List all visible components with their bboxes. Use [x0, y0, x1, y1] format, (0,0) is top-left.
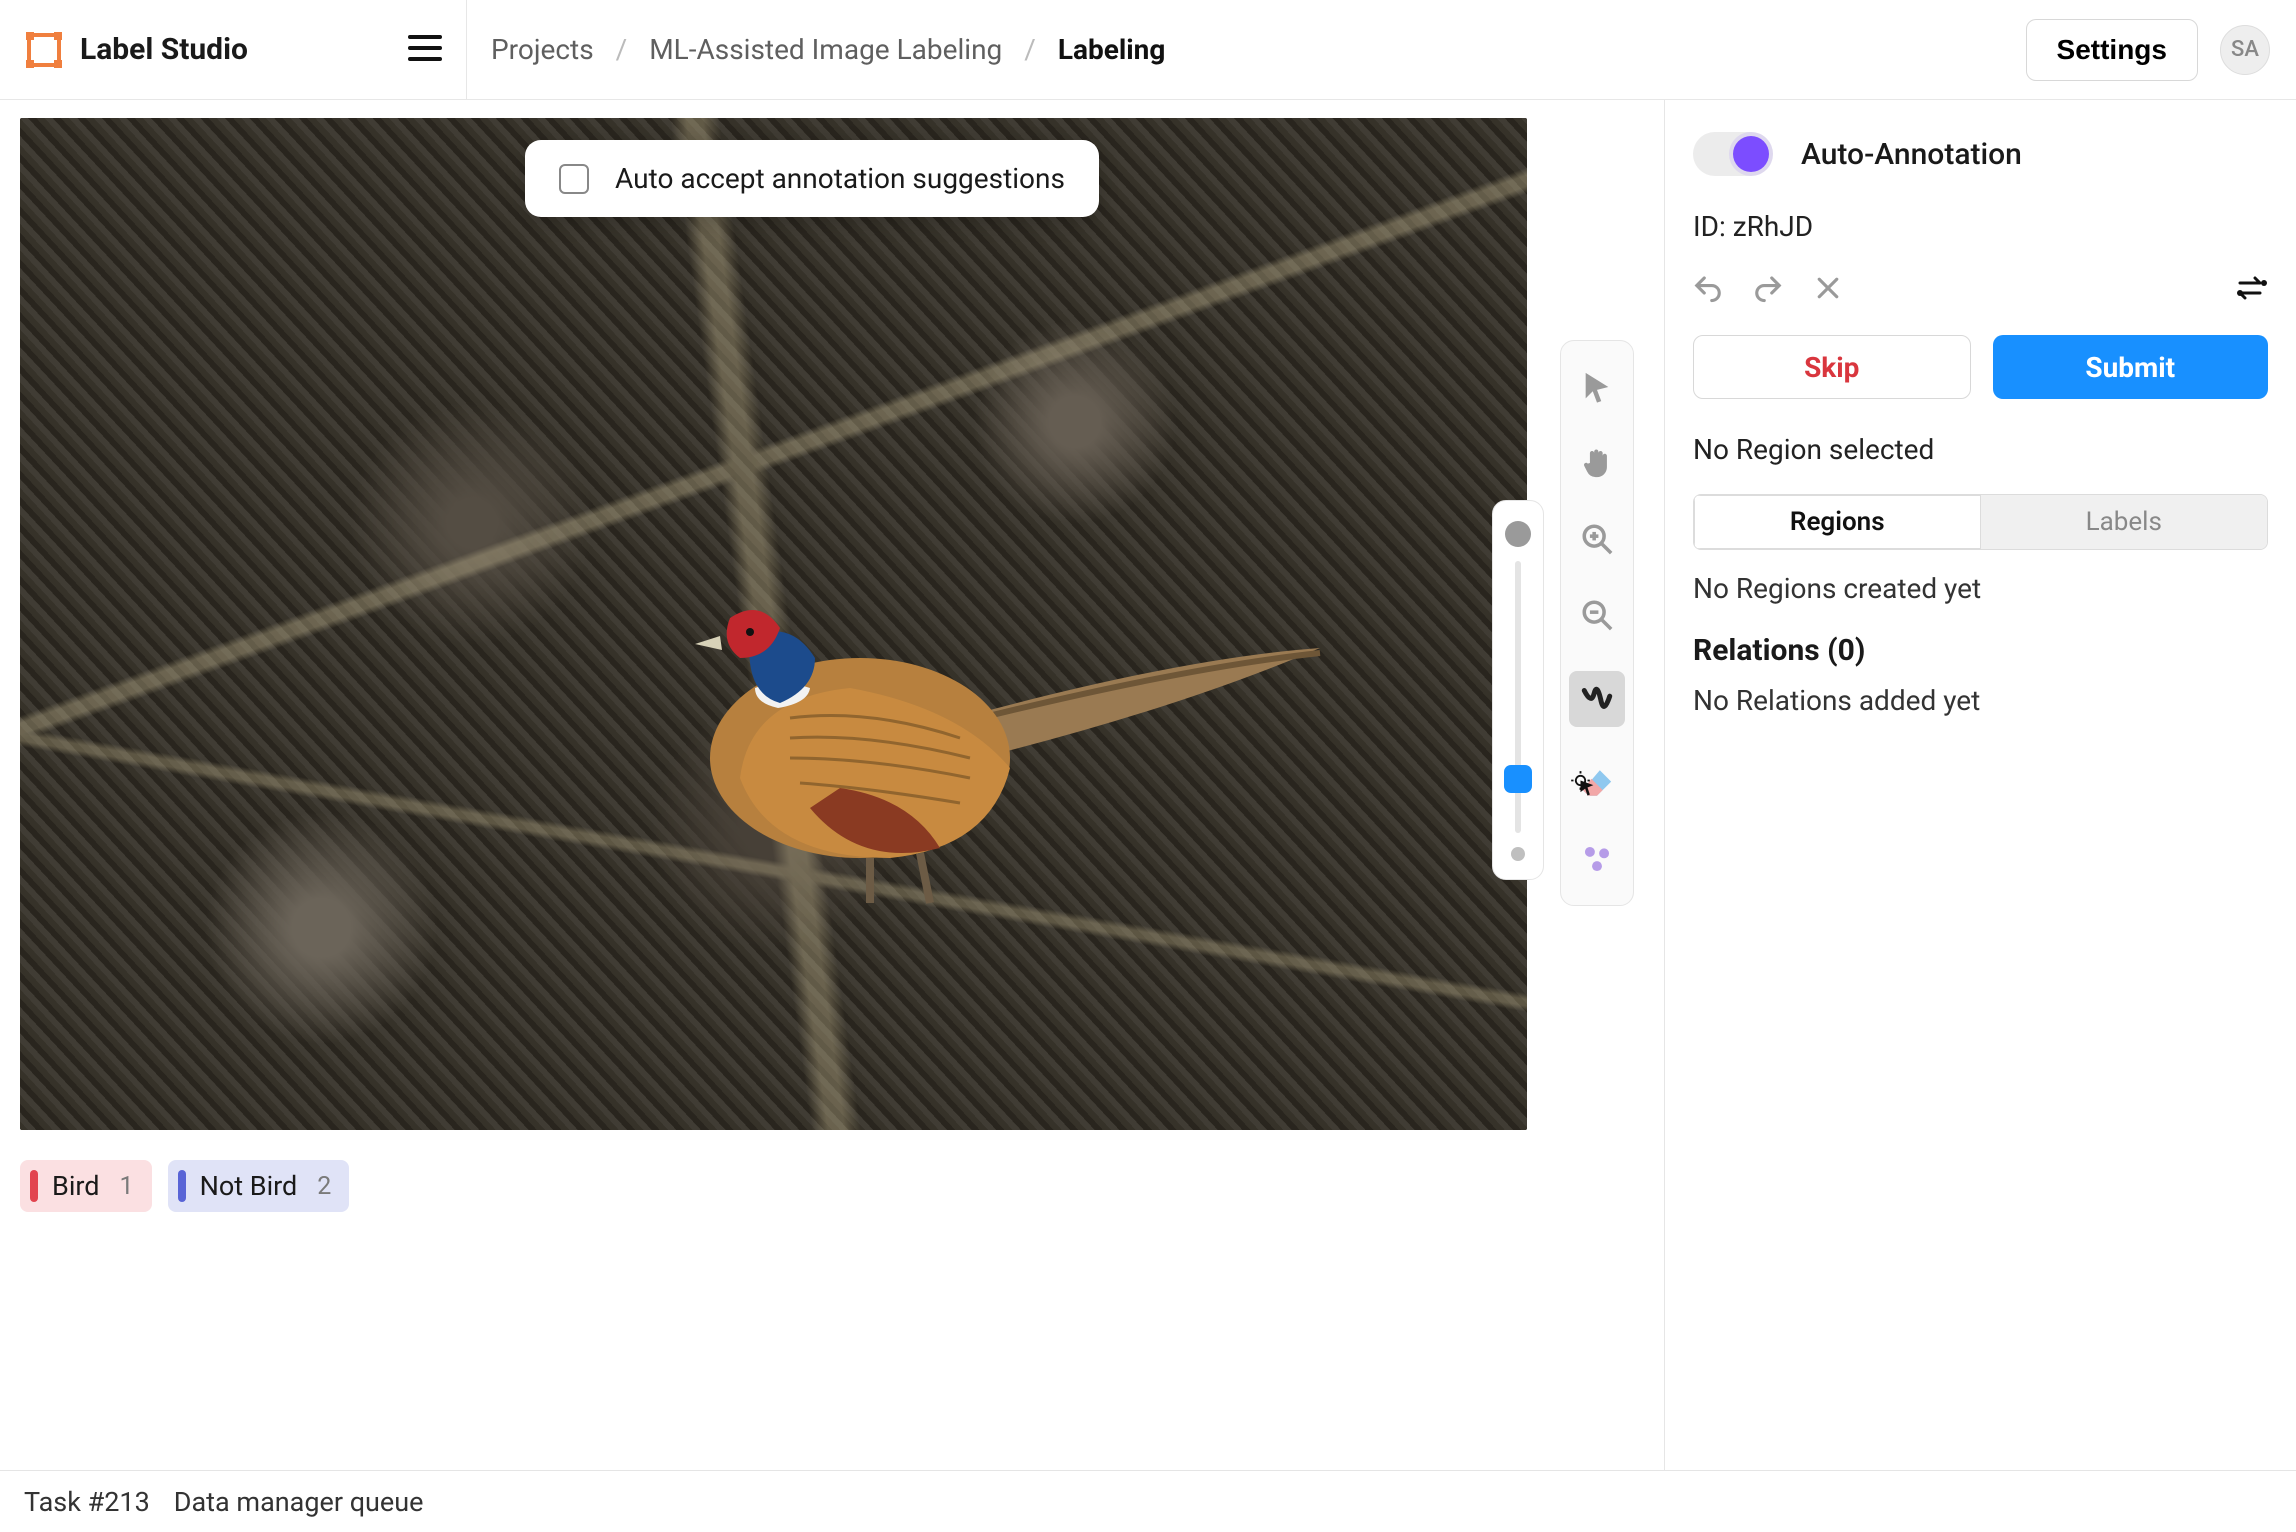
slider-thumb[interactable]: [1504, 765, 1532, 793]
tool-brush[interactable]: [1569, 671, 1625, 727]
skip-button[interactable]: Skip: [1693, 335, 1971, 399]
labels-row: Bird 1 Not Bird 2: [20, 1160, 1644, 1212]
auto-accept-banner: Auto accept annotation suggestions: [525, 140, 1099, 217]
label-name: Bird: [52, 1170, 100, 1202]
task-id: ID: zRhJD: [1693, 210, 2268, 243]
main-panel: Auto accept annotation suggestions: [0, 100, 1664, 1532]
undo-button[interactable]: [1693, 273, 1723, 307]
body: Auto accept annotation suggestions: [0, 100, 2296, 1532]
breadcrumb-sep-icon: /: [616, 33, 628, 66]
auto-annotation-row: Auto-Annotation: [1693, 132, 2268, 176]
menu-button[interactable]: [408, 35, 442, 65]
canvas-wrap: Auto accept annotation suggestions: [20, 118, 1527, 1130]
tool-zoom-out[interactable]: [1577, 595, 1617, 635]
breadcrumb-item[interactable]: ML-Assisted Image Labeling: [649, 33, 1002, 66]
footer: Task #213 Data manager queue: [0, 1470, 2296, 1532]
slider-max-icon: [1505, 521, 1531, 547]
logo-icon: [26, 32, 62, 68]
auto-annotation-toggle[interactable]: [1693, 132, 1773, 176]
brush-icon: [1580, 682, 1614, 716]
tool-zoom-in[interactable]: [1577, 519, 1617, 559]
undo-icon: [1693, 273, 1723, 303]
swap-button[interactable]: [2236, 276, 2268, 304]
hamburger-icon: [408, 35, 442, 61]
vertical-separator: [466, 0, 467, 99]
avatar[interactable]: SA: [2220, 25, 2270, 75]
relations-title: Relations (0): [1693, 633, 2268, 668]
swap-icon: [2236, 276, 2268, 300]
label-name: Not Bird: [200, 1170, 298, 1202]
no-relations-text: No Relations added yet: [1693, 684, 2268, 717]
logo-wrap: Label Studio: [26, 32, 466, 68]
id-prefix: ID:: [1693, 210, 1733, 243]
breadcrumb-item[interactable]: Projects: [491, 33, 594, 66]
close-icon: [1813, 273, 1843, 303]
settings-button[interactable]: Settings: [2026, 19, 2198, 81]
auto-annotation-label: Auto-Annotation: [1801, 137, 2022, 172]
slider-min-icon: [1511, 847, 1525, 861]
label-color-bar: [178, 1170, 186, 1202]
history-actions: [1693, 273, 2268, 307]
label-color-bar: [30, 1170, 38, 1202]
breadcrumb: Projects / ML-Assisted Image Labeling / …: [491, 33, 1165, 66]
label-hotkey: 2: [317, 1172, 331, 1201]
breadcrumb-sep-icon: /: [1024, 33, 1036, 66]
task-number: Task #213: [24, 1486, 150, 1518]
auto-accept-checkbox[interactable]: [559, 164, 589, 194]
pointer-icon: [1580, 370, 1614, 404]
zoom-out-icon: [1580, 598, 1614, 632]
no-regions-text: No Regions created yet: [1693, 572, 2268, 605]
tool-keypoints[interactable]: [1577, 839, 1617, 879]
submit-row: Skip Submit: [1693, 335, 2268, 399]
queue-label: Data manager queue: [174, 1486, 424, 1518]
reset-button[interactable]: [1813, 273, 1843, 307]
auto-accept-label: Auto accept annotation suggestions: [615, 162, 1065, 195]
image-subject-bird: [660, 548, 1340, 908]
tool-panel: [1560, 340, 1634, 906]
brush-size-slider[interactable]: [1492, 500, 1544, 880]
breadcrumb-current: Labeling: [1058, 33, 1166, 66]
toggle-knob: [1733, 136, 1769, 172]
zoom-in-icon: [1580, 522, 1614, 556]
tab-regions[interactable]: Regions: [1694, 495, 1981, 549]
header-right: Settings SA: [2026, 19, 2270, 81]
app-header: Label Studio Projects / ML-Assisted Imag…: [0, 0, 2296, 100]
slider-track[interactable]: [1515, 561, 1521, 833]
label-chip-not-bird[interactable]: Not Bird 2: [168, 1160, 350, 1212]
redo-button[interactable]: [1753, 273, 1783, 307]
submit-button[interactable]: Submit: [1993, 335, 2269, 399]
region-tabs: Regions Labels: [1693, 494, 2268, 550]
label-chip-bird[interactable]: Bird 1: [20, 1160, 152, 1212]
sidebar: Auto-Annotation ID: zRhJD Skip Submit No…: [1664, 100, 2296, 1532]
task-image[interactable]: [20, 118, 1527, 1130]
redo-icon: [1753, 273, 1783, 303]
no-region-selected: No Region selected: [1693, 433, 2268, 466]
tool-eraser[interactable]: [1577, 763, 1617, 803]
hand-icon: [1580, 446, 1614, 480]
label-hotkey: 1: [120, 1172, 134, 1201]
eraser-icon: [1580, 766, 1614, 800]
keypoints-icon: [1580, 842, 1614, 876]
app-title: Label Studio: [80, 32, 248, 67]
id-value: zRhJD: [1733, 210, 1813, 243]
tab-labels[interactable]: Labels: [1981, 495, 2268, 549]
tool-pan[interactable]: [1577, 443, 1617, 483]
tool-pointer[interactable]: [1577, 367, 1617, 407]
